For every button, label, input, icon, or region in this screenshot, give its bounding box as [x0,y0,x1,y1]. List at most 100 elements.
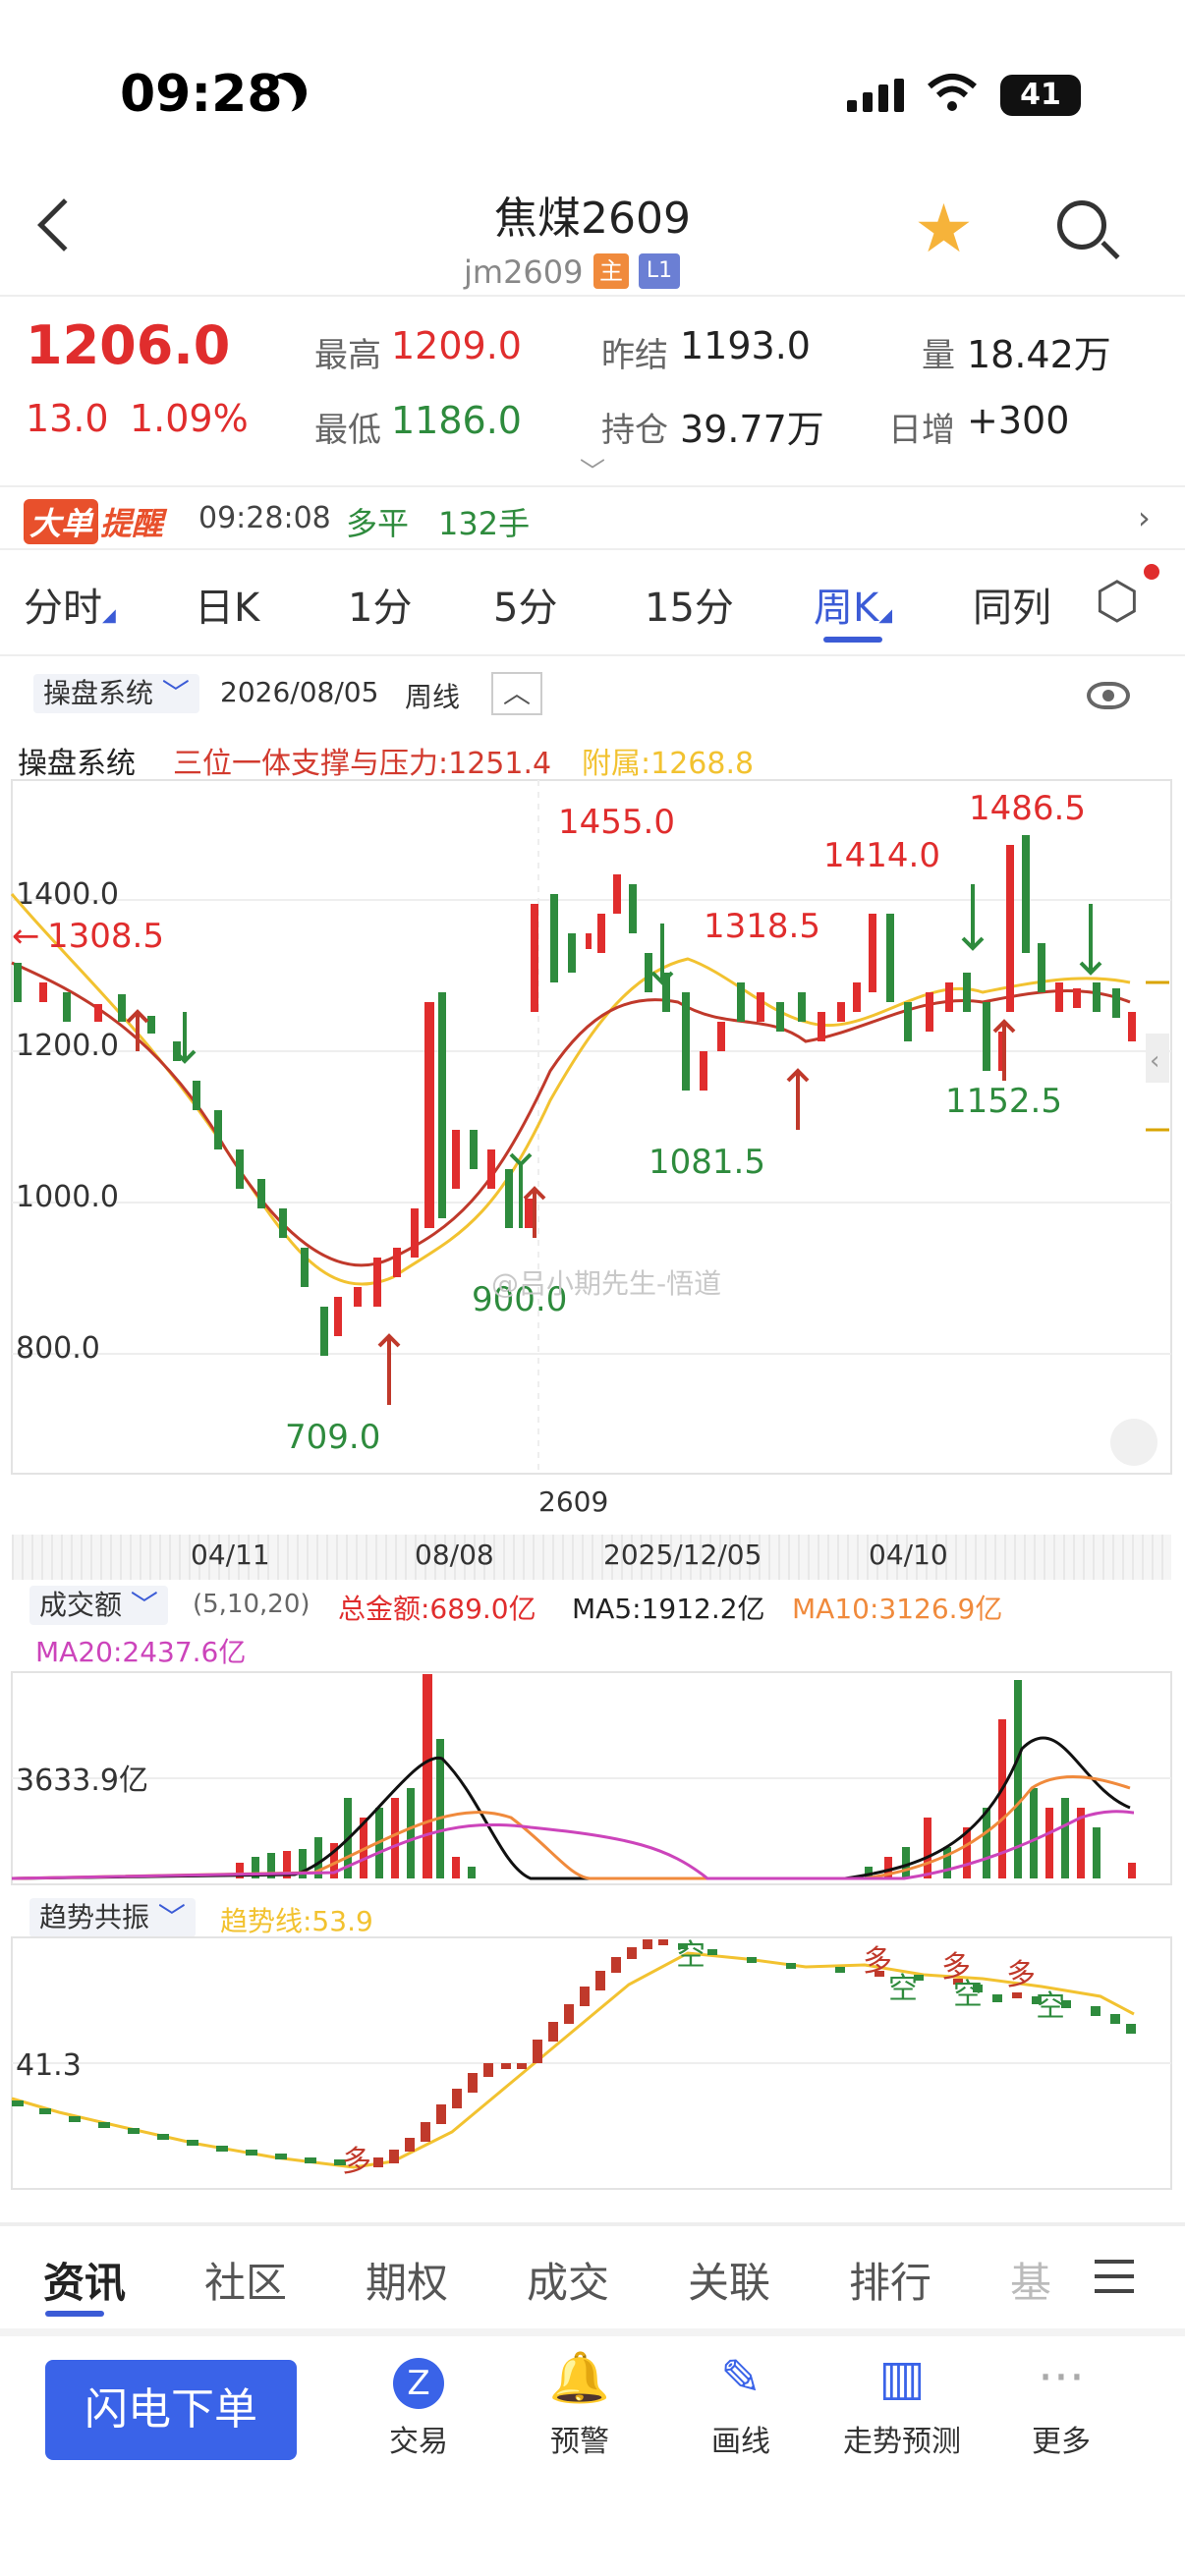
open-interest-value: 39.77万 [680,408,824,451]
trade-icon: Z [360,2346,478,2409]
system-selector-label: 操盘系统 [43,677,154,709]
book-icon: ▥ [878,2349,926,2406]
tab-community[interactable]: 社区 [204,2250,287,2310]
status-time: 09:28 [120,65,283,124]
tab-trades[interactable]: 成交 [527,2250,609,2310]
contract-code: jm2609 [464,253,584,291]
volume-params: (5,10,20) [193,1590,310,1619]
volume-bars [236,1674,1136,1878]
forecast-action[interactable]: ▥ 走势预测 [823,2346,981,2460]
volume-chart[interactable]: 3633.9亿 [0,1670,1185,1886]
volume-ma20: MA20:2437.6亿 [35,1636,247,1668]
annotation-high-1455: 1455.0 [558,803,675,842]
tab-5min[interactable]: 5分 [493,576,557,633]
header-divider [0,295,1185,297]
more-label: 更多 [1032,2425,1091,2459]
action-divider [0,2328,1185,2336]
forecast-label: 走势预测 [843,2425,961,2459]
annotation-high-1414: 1414.0 [823,836,940,875]
tab-news[interactable]: 资讯 [43,2250,126,2310]
high-value: 1209.0 [391,324,522,367]
prev-settle-label: 昨结 [601,336,668,375]
daily-incr-value: +300 [967,399,1070,442]
trend-long-mark: 多 [1006,1958,1036,1992]
bell-icon: 🔔 [548,2349,611,2406]
volume-ma10: MA10:3126.9亿 [792,1593,1003,1625]
tab-label: 周K [814,586,879,631]
more-action[interactable]: ··· 更多 [1002,2346,1120,2460]
volume-y-label: 3633.9亿 [16,1764,148,1798]
expand-chevron-icon[interactable]: ﹀ [580,452,605,488]
big-order-label: 提醒 [100,505,164,542]
settings-icon[interactable]: ⬡ [1095,576,1139,627]
indicator-date: 2026/08/05 [220,676,379,708]
trend-y-label: 41.3 [16,2048,82,2083]
volume-label: 量 [922,336,955,375]
signal-icon [847,79,904,112]
draw-action[interactable]: ✎ 画线 [682,2346,800,2460]
annotation-1308: 1308.5 [47,917,164,956]
big-order-direction: 多平 [346,505,410,542]
chevron-left-icon[interactable]: ‹ [1150,1046,1159,1076]
page-title: 焦煤2609 [494,194,691,244]
level-badge: L1 [639,253,680,289]
more-icon: ··· [1038,2349,1085,2406]
fullscreen-icon[interactable] [1110,1419,1157,1466]
big-order-qty: 132手 [438,505,531,542]
big-order-badge: 大单 [24,499,99,544]
indicator-period: 周线 [405,681,461,713]
bigorder-divider [0,548,1185,550]
triangle-icon: ◢ [878,605,893,626]
trend-line-value: 趋势线:53.9 [220,1905,373,1937]
trend-short-mark: 空 [676,1938,705,1973]
flash-order-button[interactable]: 闪电下单 [45,2360,297,2460]
price-change-pct: 1.09% [130,397,249,440]
tab-weekly-k[interactable]: 周K◢ [814,576,892,633]
x-label-0411: 04/11 [191,1539,270,1571]
price-change: 13.0 [26,397,109,440]
chevron-down-icon: ﹀ [130,1589,158,1621]
alert-action[interactable]: 🔔 预警 [521,2346,639,2460]
tab-timeshare[interactable]: 分时◢ [24,576,116,633]
trade-action[interactable]: Z 交易 [360,2346,478,2460]
y-label-1200: 1200.0 [16,1029,119,1063]
trend-selector-label: 趋势共振 [39,1901,150,1933]
system-selector[interactable]: 操盘系统 ﹀ [33,674,199,713]
chevron-right-icon[interactable]: › [1138,499,1151,536]
arrow-left-icon: ← [12,917,40,956]
collapse-button[interactable]: ︿ [491,672,542,715]
tab-related[interactable]: 关联 [688,2250,770,2310]
search-icon[interactable] [1057,200,1106,250]
signal-arrows [126,884,1102,1405]
draw-label: 画线 [711,2425,770,2459]
tab-ranking[interactable]: 排行 [849,2250,931,2310]
tab-options[interactable]: 期权 [366,2250,448,2310]
alert-label: 预警 [550,2425,609,2459]
star-icon[interactable]: ★ [914,196,974,263]
volume-value: 18.42万 [967,333,1111,376]
trend-chart[interactable]: 41.3 多 空 多 空 多 空 多 空 [0,1935,1185,2193]
x-label-20251205: 2025/12/05 [603,1539,762,1571]
triangle-icon: ◢ [102,605,116,626]
watermark: @吕小期先生-悟道 [491,1267,721,1300]
tab-1min[interactable]: 1分 [348,576,412,633]
chevron-down-icon: ﹀ [157,1901,186,1933]
wifi-icon [928,74,977,111]
annotation-1318: 1318.5 [704,907,820,946]
volume-selector[interactable]: 成交额 ﹀ [29,1586,168,1625]
tab-basics[interactable]: 基 [1010,2250,1051,2310]
volume-ma5-line [11,1736,1131,1880]
time-scrollbar[interactable] [12,1535,1171,1580]
big-order-time: 09:28:08 [198,501,331,535]
trend-short-mark: 空 [953,1978,983,2012]
menu-icon[interactable] [1095,2260,1134,2293]
volume-selector-label: 成交额 [39,1589,123,1621]
tab-daily-k[interactable]: 日K [195,576,259,633]
candlestick-chart[interactable]: 1400.0 1200.0 1000.0 800.0 1455.0 1486.5… [0,776,1185,1484]
tab-same-list[interactable]: 同列 [973,576,1051,633]
contract-mark: 2609 [538,1485,609,1518]
trend-selector[interactable]: 趋势共振 ﹀ [29,1898,196,1937]
tab-15min[interactable]: 15分 [645,576,734,633]
chevron-down-icon: ﹀ [161,677,190,709]
eye-icon[interactable] [1087,682,1130,709]
